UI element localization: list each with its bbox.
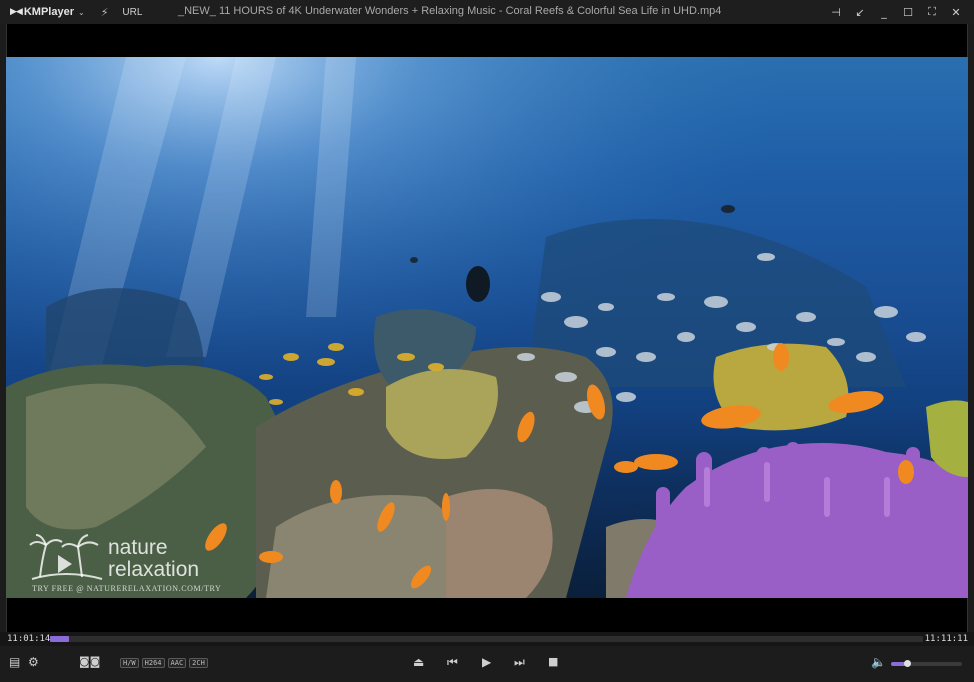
pin-icon[interactable]: ⊣ xyxy=(824,6,848,19)
watermark-subtitle: TRY FREE @ NATURERELAXATION.COM/TRY xyxy=(32,584,222,593)
window-title: _NEW_ 11 HOURS of 4K Underwater Wonders … xyxy=(178,5,722,17)
maximize-icon[interactable]: ☐ xyxy=(896,6,920,19)
compact-mode-icon[interactable]: ↙ xyxy=(848,6,872,19)
control-bar: ▤ ⚙ ◙◙ H/W H264 AAC 2CH ⏏ ⏮ ▶ ⏭ ■ 🔈 xyxy=(0,646,974,682)
volume-speaker-icon[interactable]: 🔈 xyxy=(871,655,886,669)
2ch-badge[interactable]: 2CH xyxy=(189,658,208,668)
close-icon[interactable]: ✕ xyxy=(944,6,968,19)
palm-tree-logo-icon xyxy=(29,534,103,580)
seek-row: 11:01:14 11:11:11 xyxy=(0,632,974,646)
fullscreen-icon[interactable]: ⛶ xyxy=(920,5,944,19)
play-icon[interactable]: ▶ xyxy=(482,655,491,669)
seek-bar[interactable] xyxy=(50,636,923,642)
lightning-icon[interactable]: ⚡ xyxy=(101,6,109,19)
hw-badge[interactable]: H/W xyxy=(120,658,139,668)
nature-relaxation-watermark: nature relaxation TRY FREE @ NATURERELAX… xyxy=(28,533,258,593)
chevron-down-icon: ⌄ xyxy=(77,7,85,17)
title-bar: ▶◀ KMPlayer ⌄ ⚡ URL _NEW_ 11 HOURS of 4K… xyxy=(0,0,974,24)
window-controls: ⊣ ↙ _ ☐ ⛶ ✕ xyxy=(824,0,968,24)
playlist-icon[interactable]: ▤ xyxy=(9,655,20,669)
kmplayer-logo-icon: ▶◀ xyxy=(10,7,23,17)
h264-badge[interactable]: H264 xyxy=(141,658,165,668)
stop-icon[interactable]: ■ xyxy=(548,655,558,669)
eject-icon[interactable]: ⏏ xyxy=(413,655,424,669)
minimize-icon[interactable]: _ xyxy=(872,6,896,19)
vr-glasses-icon[interactable]: ◙◙ xyxy=(79,655,100,669)
previous-icon[interactable]: ⏮ xyxy=(447,655,458,669)
codec-badges: H/W H264 AAC 2CH xyxy=(120,658,208,668)
url-button[interactable]: URL xyxy=(122,7,142,18)
aac-badge[interactable]: AAC xyxy=(167,658,187,668)
video-display[interactable]: nature relaxation TRY FREE @ NATURERELAX… xyxy=(6,57,968,598)
kmplayer-menu-button[interactable]: ▶◀ KMPlayer ⌄ xyxy=(10,0,85,24)
current-time: 11:01:14 xyxy=(7,634,51,644)
volume-slider[interactable] xyxy=(891,660,962,667)
volume-knob[interactable] xyxy=(903,660,911,667)
watermark-name-line1: nature xyxy=(108,536,168,559)
watermark-name-line2: relaxation xyxy=(108,558,200,581)
next-icon[interactable]: ⏭ xyxy=(514,655,525,669)
underwater-scene-image xyxy=(6,57,968,598)
seek-bar-progress xyxy=(50,636,70,642)
app-name: KMPlayer xyxy=(23,6,74,18)
settings-gear-icon[interactable]: ⚙ xyxy=(28,655,39,669)
total-time: 11:11:11 xyxy=(924,634,968,644)
